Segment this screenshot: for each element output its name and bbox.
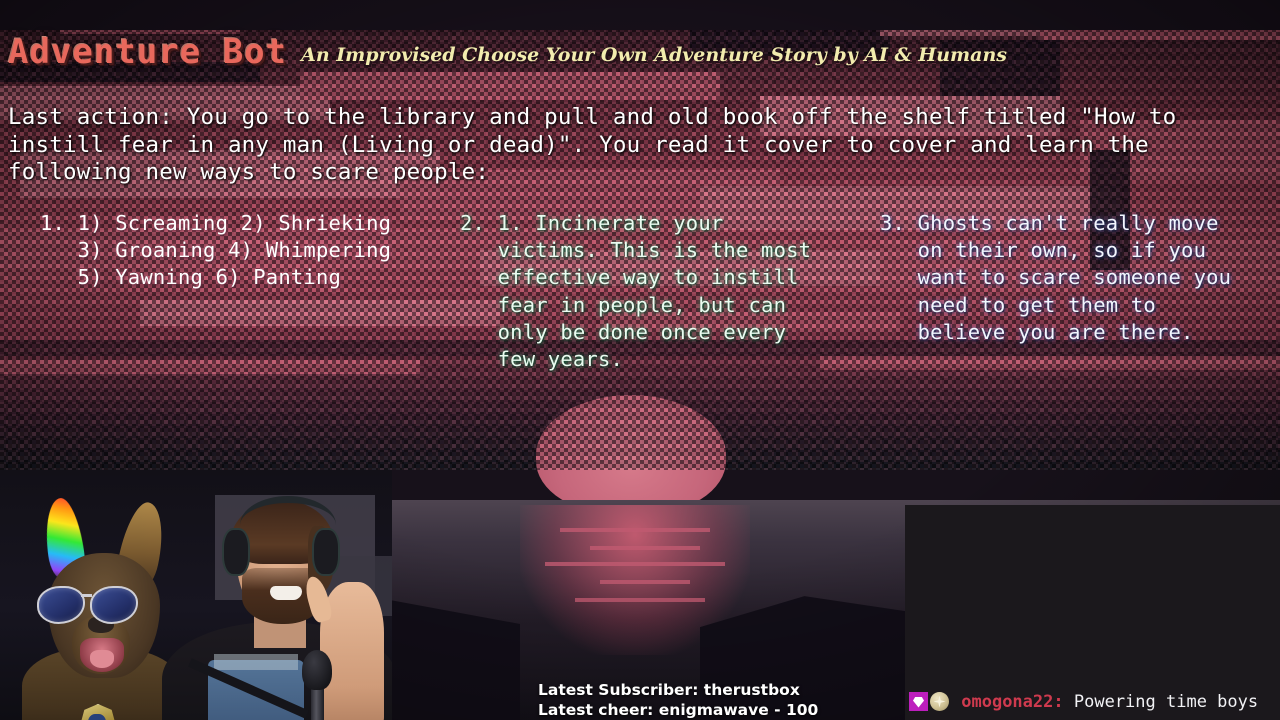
option-choice-1[interactable]: 1. 1) Screaming 2) Shrieking 3) Groaning…	[0, 210, 450, 373]
wave-line	[560, 528, 710, 532]
wave-line	[545, 562, 725, 566]
option-2-number: 2.	[460, 211, 486, 235]
option-1-number: 1.	[40, 211, 66, 235]
subscriber-badge-icon	[930, 692, 949, 711]
wave-line	[590, 546, 700, 550]
option-choice-3[interactable]: 3. Ghosts can't really move on their own…	[860, 210, 1280, 373]
options-row: 1. 1) Screaming 2) Shrieking 3) Groaning…	[0, 210, 1280, 373]
sunglasses-bridge	[81, 594, 92, 597]
police-badge-center	[88, 714, 106, 720]
wave-line	[600, 580, 690, 584]
founder-badge-icon	[909, 692, 928, 711]
headphone-band	[240, 496, 336, 525]
stream-credits: Latest Subscriber: therustbox Latest che…	[538, 680, 818, 720]
option-choice-2[interactable]: 2. 1. Incinerate your victims. This is t…	[450, 210, 860, 373]
option-2-text: 1. Incinerate your victims. This is the …	[497, 211, 812, 372]
wave-line	[575, 598, 705, 602]
app-header: Adventure Bot An Improvised Choose Your …	[0, 28, 1280, 76]
streamer-avatar	[162, 482, 392, 720]
microphone-icon	[302, 650, 332, 690]
header-dark-band	[0, 0, 1280, 30]
latest-cheer-label: Latest cheer: enigmawave - 100	[538, 701, 819, 719]
option-3-text: Ghosts can't really move on their own, s…	[917, 211, 1232, 344]
dog-avatar	[18, 495, 183, 720]
headphone-icon	[312, 528, 340, 576]
chat-message-text: Powering time boys	[1073, 692, 1259, 712]
last-action-text: Last action: You go to the library and p…	[8, 104, 1177, 185]
shirt-graphic-text	[214, 654, 298, 670]
streamer-mouth	[270, 586, 302, 600]
stream-overlay-screen: Adventure Bot An Improvised Choose Your …	[0, 0, 1280, 720]
page-subtitle: An Improvised Choose Your Own Adventure …	[301, 44, 1007, 66]
webcam-feed	[0, 470, 392, 720]
dog-tongue	[90, 650, 114, 668]
chat-separator: :	[1053, 692, 1064, 712]
latest-subscriber-label: Latest Subscriber: therustbox	[538, 681, 800, 699]
chat-panel[interactable]: omogona22: Powering time boys	[905, 505, 1280, 720]
option-1-text: 1) Screaming 2) Shrieking 3) Groaning 4)…	[77, 211, 392, 290]
headphone-icon	[222, 528, 250, 576]
option-3-number: 3.	[880, 211, 906, 235]
page-title: Adventure Bot	[8, 32, 288, 72]
chat-message: omogona22: Powering time boys	[905, 691, 1280, 720]
chat-username[interactable]: omogona22	[961, 692, 1053, 712]
